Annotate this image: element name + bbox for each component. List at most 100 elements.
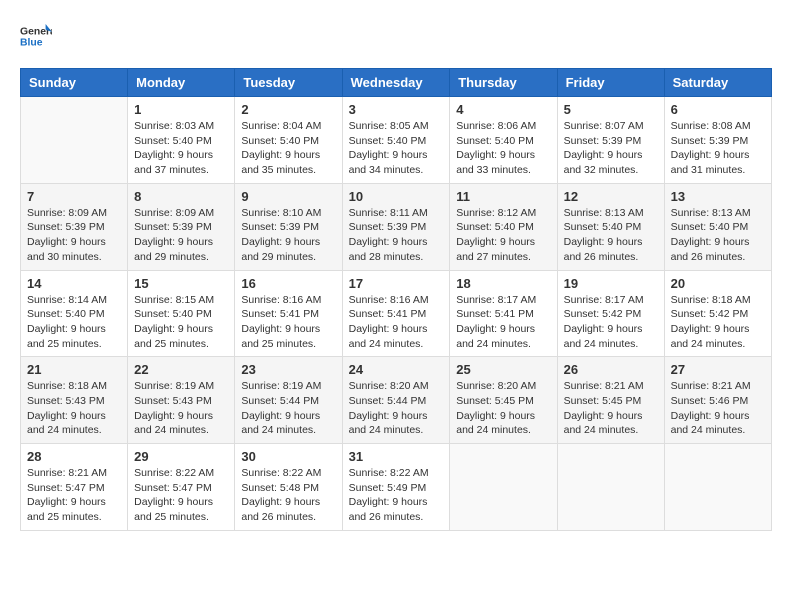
calendar-cell: 3 Sunrise: 8:05 AMSunset: 5:40 PMDaylight… bbox=[342, 97, 450, 184]
day-number: 29 bbox=[134, 449, 228, 464]
calendar-cell: 11Sunrise: 8:12 AMSunset: 5:40 PMDayligh… bbox=[450, 183, 557, 270]
day-number: 16 bbox=[241, 276, 335, 291]
page-header: General Blue bbox=[20, 20, 772, 52]
day-number: 25 bbox=[456, 362, 550, 377]
calendar-cell: 22Sunrise: 8:19 AMSunset: 5:43 PMDayligh… bbox=[128, 357, 235, 444]
calendar-cell: 2 Sunrise: 8:04 AMSunset: 5:40 PMDaylight… bbox=[235, 97, 342, 184]
day-number: 10 bbox=[349, 189, 444, 204]
calendar-cell bbox=[450, 444, 557, 531]
calendar-cell: 12 Sunrise: 8:13 AMSunset: 5:40 PMDayligh… bbox=[557, 183, 664, 270]
calendar-cell: 23 Sunrise: 8:19 AMSunset: 5:44 PMDayligh… bbox=[235, 357, 342, 444]
calendar-cell: 31Sunrise: 8:22 AMSunset: 5:49 PMDayligh… bbox=[342, 444, 450, 531]
calendar-cell: 19Sunrise: 8:17 AMSunset: 5:42 PMDayligh… bbox=[557, 270, 664, 357]
day-info: Sunrise: 8:17 AMSunset: 5:41 PMDaylight:… bbox=[456, 293, 550, 352]
calendar-cell: 14 Sunrise: 8:14 AMSunset: 5:40 PMDayligh… bbox=[21, 270, 128, 357]
day-info: Sunrise: 8:20 AMSunset: 5:45 PMDaylight:… bbox=[456, 379, 550, 438]
day-number: 6 bbox=[671, 102, 765, 117]
day-info: Sunrise: 8:15 AMSunset: 5:40 PMDaylight:… bbox=[134, 293, 228, 352]
day-number: 14 bbox=[27, 276, 121, 291]
day-info: Sunrise: 8:16 AMSunset: 5:41 PMDaylight:… bbox=[349, 293, 444, 352]
calendar-cell: 6 Sunrise: 8:08 AMSunset: 5:39 PMDaylight… bbox=[664, 97, 771, 184]
day-number: 7 bbox=[27, 189, 121, 204]
weekday-header: Tuesday bbox=[235, 69, 342, 97]
day-number: 18 bbox=[456, 276, 550, 291]
calendar-cell: 8 Sunrise: 8:09 AMSunset: 5:39 PMDaylight… bbox=[128, 183, 235, 270]
day-info: Sunrise: 8:04 AMSunset: 5:40 PMDaylight:… bbox=[241, 119, 335, 178]
weekday-header: Sunday bbox=[21, 69, 128, 97]
day-info: Sunrise: 8:09 AMSunset: 5:39 PMDaylight:… bbox=[134, 206, 228, 265]
day-info: Sunrise: 8:11 AMSunset: 5:39 PMDaylight:… bbox=[349, 206, 444, 265]
calendar-cell: 17 Sunrise: 8:16 AMSunset: 5:41 PMDayligh… bbox=[342, 270, 450, 357]
calendar-cell: 5 Sunrise: 8:07 AMSunset: 5:39 PMDaylight… bbox=[557, 97, 664, 184]
day-info: Sunrise: 8:20 AMSunset: 5:44 PMDaylight:… bbox=[349, 379, 444, 438]
day-info: Sunrise: 8:21 AMSunset: 5:45 PMDaylight:… bbox=[564, 379, 658, 438]
day-info: Sunrise: 8:13 AMSunset: 5:40 PMDaylight:… bbox=[671, 206, 765, 265]
calendar-cell: 1Sunrise: 8:03 AMSunset: 5:40 PMDaylight… bbox=[128, 97, 235, 184]
calendar-cell: 10 Sunrise: 8:11 AMSunset: 5:39 PMDayligh… bbox=[342, 183, 450, 270]
weekday-header: Wednesday bbox=[342, 69, 450, 97]
day-number: 5 bbox=[564, 102, 658, 117]
day-info: Sunrise: 8:03 AMSunset: 5:40 PMDaylight:… bbox=[134, 119, 228, 178]
day-number: 21 bbox=[27, 362, 121, 377]
day-info: Sunrise: 8:22 AMSunset: 5:47 PMDaylight:… bbox=[134, 466, 228, 525]
calendar-cell: 26 Sunrise: 8:21 AMSunset: 5:45 PMDayligh… bbox=[557, 357, 664, 444]
day-info: Sunrise: 8:16 AMSunset: 5:41 PMDaylight:… bbox=[241, 293, 335, 352]
day-number: 11 bbox=[456, 189, 550, 204]
day-number: 8 bbox=[134, 189, 228, 204]
calendar-cell: 24 Sunrise: 8:20 AMSunset: 5:44 PMDayligh… bbox=[342, 357, 450, 444]
day-info: Sunrise: 8:19 AMSunset: 5:43 PMDaylight:… bbox=[134, 379, 228, 438]
day-info: Sunrise: 8:22 AMSunset: 5:48 PMDaylight:… bbox=[241, 466, 335, 525]
calendar-cell: 18 Sunrise: 8:17 AMSunset: 5:41 PMDayligh… bbox=[450, 270, 557, 357]
day-info: Sunrise: 8:18 AMSunset: 5:43 PMDaylight:… bbox=[27, 379, 121, 438]
day-number: 3 bbox=[349, 102, 444, 117]
weekday-header: Thursday bbox=[450, 69, 557, 97]
day-number: 27 bbox=[671, 362, 765, 377]
calendar-cell: 4Sunrise: 8:06 AMSunset: 5:40 PMDaylight… bbox=[450, 97, 557, 184]
calendar-week-row: 28 Sunrise: 8:21 AMSunset: 5:47 PMDayligh… bbox=[21, 444, 772, 531]
calendar-cell: 30 Sunrise: 8:22 AMSunset: 5:48 PMDayligh… bbox=[235, 444, 342, 531]
day-number: 23 bbox=[241, 362, 335, 377]
calendar-week-row: 7 Sunrise: 8:09 AMSunset: 5:39 PMDaylight… bbox=[21, 183, 772, 270]
day-number: 28 bbox=[27, 449, 121, 464]
day-info: Sunrise: 8:21 AMSunset: 5:47 PMDaylight:… bbox=[27, 466, 121, 525]
day-info: Sunrise: 8:08 AMSunset: 5:39 PMDaylight:… bbox=[671, 119, 765, 178]
day-number: 17 bbox=[349, 276, 444, 291]
calendar-cell: 28 Sunrise: 8:21 AMSunset: 5:47 PMDayligh… bbox=[21, 444, 128, 531]
calendar-header-row: SundayMondayTuesdayWednesdayThursdayFrid… bbox=[21, 69, 772, 97]
calendar-cell bbox=[21, 97, 128, 184]
day-info: Sunrise: 8:14 AMSunset: 5:40 PMDaylight:… bbox=[27, 293, 121, 352]
calendar-week-row: 14 Sunrise: 8:14 AMSunset: 5:40 PMDayligh… bbox=[21, 270, 772, 357]
day-number: 26 bbox=[564, 362, 658, 377]
calendar-cell: 16 Sunrise: 8:16 AMSunset: 5:41 PMDayligh… bbox=[235, 270, 342, 357]
calendar-cell bbox=[557, 444, 664, 531]
weekday-header: Saturday bbox=[664, 69, 771, 97]
svg-text:Blue: Blue bbox=[20, 38, 43, 49]
calendar-cell: 29 Sunrise: 8:22 AMSunset: 5:47 PMDayligh… bbox=[128, 444, 235, 531]
calendar-cell: 9 Sunrise: 8:10 AMSunset: 5:39 PMDaylight… bbox=[235, 183, 342, 270]
logo: General Blue bbox=[20, 20, 56, 52]
day-number: 4 bbox=[456, 102, 550, 117]
calendar-week-row: 21 Sunrise: 8:18 AMSunset: 5:43 PMDayligh… bbox=[21, 357, 772, 444]
day-info: Sunrise: 8:07 AMSunset: 5:39 PMDaylight:… bbox=[564, 119, 658, 178]
day-number: 31 bbox=[349, 449, 444, 464]
calendar-cell: 7Sunrise: 8:09 AMSunset: 5:39 PMDaylight… bbox=[21, 183, 128, 270]
day-number: 30 bbox=[241, 449, 335, 464]
calendar-cell: 13 Sunrise: 8:13 AMSunset: 5:40 PMDayligh… bbox=[664, 183, 771, 270]
day-info: Sunrise: 8:19 AMSunset: 5:44 PMDaylight:… bbox=[241, 379, 335, 438]
weekday-header: Monday bbox=[128, 69, 235, 97]
day-number: 20 bbox=[671, 276, 765, 291]
calendar-cell: 25 Sunrise: 8:20 AMSunset: 5:45 PMDayligh… bbox=[450, 357, 557, 444]
day-number: 9 bbox=[241, 189, 335, 204]
calendar-cell: 20Sunrise: 8:18 AMSunset: 5:42 PMDayligh… bbox=[664, 270, 771, 357]
day-info: Sunrise: 8:21 AMSunset: 5:46 PMDaylight:… bbox=[671, 379, 765, 438]
day-number: 13 bbox=[671, 189, 765, 204]
day-number: 12 bbox=[564, 189, 658, 204]
day-info: Sunrise: 8:13 AMSunset: 5:40 PMDaylight:… bbox=[564, 206, 658, 265]
day-number: 2 bbox=[241, 102, 335, 117]
day-number: 15 bbox=[134, 276, 228, 291]
calendar-cell bbox=[664, 444, 771, 531]
day-info: Sunrise: 8:10 AMSunset: 5:39 PMDaylight:… bbox=[241, 206, 335, 265]
day-number: 24 bbox=[349, 362, 444, 377]
day-info: Sunrise: 8:05 AMSunset: 5:40 PMDaylight:… bbox=[349, 119, 444, 178]
calendar-week-row: 1Sunrise: 8:03 AMSunset: 5:40 PMDaylight… bbox=[21, 97, 772, 184]
